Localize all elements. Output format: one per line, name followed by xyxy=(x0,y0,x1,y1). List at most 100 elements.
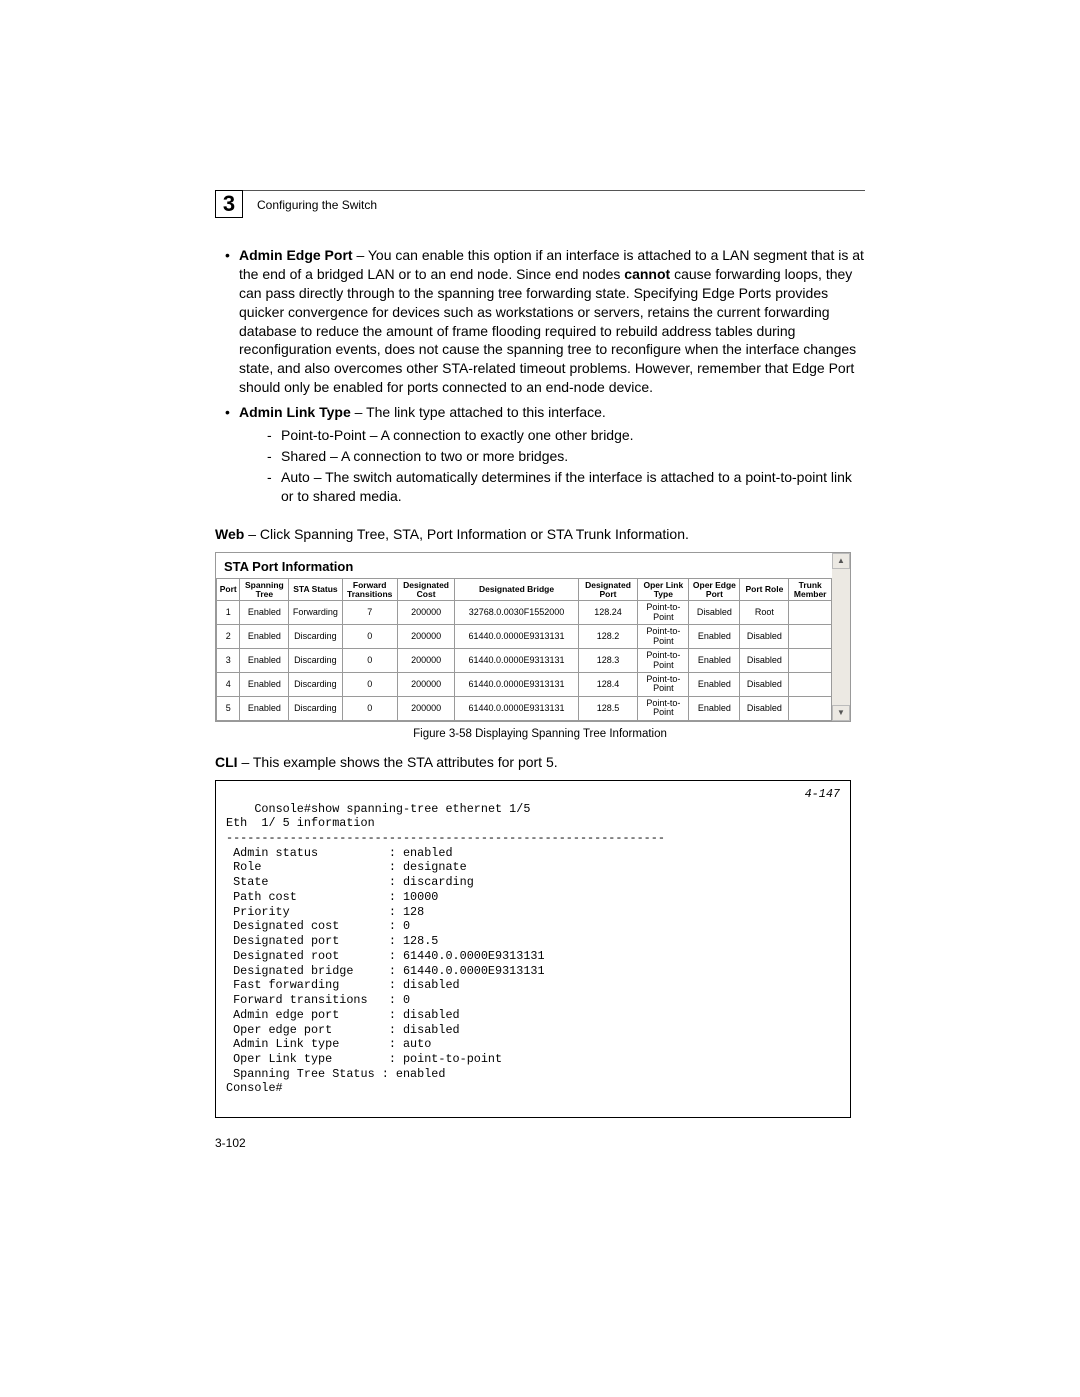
table-cell: Root xyxy=(740,601,789,625)
th-des-cost: Designated Cost xyxy=(397,578,454,601)
dash-icon: - xyxy=(267,468,281,506)
sub-text: Shared – A connection to two or more bri… xyxy=(281,447,568,466)
th-trunk-member: Trunk Member xyxy=(789,578,832,601)
table-cell: 1 xyxy=(217,601,240,625)
table-header-row: Port Spanning Tree STA Status Forward Tr… xyxy=(217,578,832,601)
chapter-title: Configuring the Switch xyxy=(257,198,377,212)
table-row: 2EnabledDiscarding020000061440.0.0000E93… xyxy=(217,625,832,649)
table-cell: Forwarding xyxy=(289,601,342,625)
chapter-number-box: 3 xyxy=(215,190,243,218)
sub-item: -Point-to-Point – A connection to exactl… xyxy=(267,426,865,445)
admin-edge-label: Admin Edge Port xyxy=(239,247,353,263)
th-des-port: Designated Port xyxy=(578,578,638,601)
table-cell: Enabled xyxy=(689,673,740,697)
web-instruction: Web – Click Spanning Tree, STA, Port Inf… xyxy=(215,526,865,542)
table-cell: Enabled xyxy=(240,673,289,697)
th-fwd-trans: Forward Transitions xyxy=(342,578,397,601)
table-cell: Disabled xyxy=(689,601,740,625)
table-cell: 200000 xyxy=(397,649,454,673)
table-cell: 200000 xyxy=(397,601,454,625)
bullet-dot-icon: • xyxy=(225,403,239,507)
table-cell: 200000 xyxy=(397,696,454,720)
table-cell: 200000 xyxy=(397,673,454,697)
th-sta-status: STA Status xyxy=(289,578,342,601)
table-cell: 128.24 xyxy=(578,601,638,625)
sta-port-table: Port Spanning Tree STA Status Forward Tr… xyxy=(216,578,832,721)
figure-caption: Figure 3-58 Displaying Spanning Tree Inf… xyxy=(215,728,865,740)
table-cell: 128.3 xyxy=(578,649,638,673)
scrollbar-up-icon[interactable]: ▲ xyxy=(832,553,850,569)
web-label: Web xyxy=(215,526,244,542)
table-cell: Disabled xyxy=(740,625,789,649)
table-cell: Enabled xyxy=(240,625,289,649)
th-des-bridge: Designated Bridge xyxy=(455,578,578,601)
sta-panel-title: STA Port Information xyxy=(216,553,832,578)
table-row: 3EnabledDiscarding020000061440.0.0000E93… xyxy=(217,649,832,673)
bullet-admin-link-type: • Admin Link Type – The link type attach… xyxy=(225,403,865,507)
th-port: Port xyxy=(217,578,240,601)
table-cell xyxy=(789,673,832,697)
table-row: 1EnabledForwarding720000032768.0.0030F15… xyxy=(217,601,832,625)
th-oper-link: Oper Link Type xyxy=(638,578,689,601)
table-cell: 7 xyxy=(342,601,397,625)
table-cell: Discarding xyxy=(289,625,342,649)
table-cell: Enabled xyxy=(240,649,289,673)
table-cell: 0 xyxy=(342,673,397,697)
admin-edge-bold2: cannot xyxy=(624,266,670,282)
sub-item: -Auto – The switch automatically determi… xyxy=(267,468,865,506)
table-cell: Point-to-Point xyxy=(638,649,689,673)
table-cell: Discarding xyxy=(289,649,342,673)
table-cell: Enabled xyxy=(689,696,740,720)
table-cell: Disabled xyxy=(740,673,789,697)
table-cell: Point-to-Point xyxy=(638,696,689,720)
dash-icon: - xyxy=(267,426,281,445)
th-spanning-tree: Spanning Tree xyxy=(240,578,289,601)
chapter-header: 3 Configuring the Switch xyxy=(215,190,865,218)
admin-edge-text2: cause forwarding loops, they can pass di… xyxy=(239,266,856,395)
table-cell: 5 xyxy=(217,696,240,720)
table-cell: Discarding xyxy=(289,696,342,720)
table-cell: 2 xyxy=(217,625,240,649)
table-cell: 128.2 xyxy=(578,625,638,649)
table-cell: Point-to-Point xyxy=(638,673,689,697)
table-cell: 61440.0.0000E9313131 xyxy=(455,673,578,697)
table-cell: Enabled xyxy=(689,649,740,673)
sub-text: Auto – The switch automatically determin… xyxy=(281,468,865,506)
table-cell: 4 xyxy=(217,673,240,697)
table-cell: 0 xyxy=(342,625,397,649)
sub-item: -Shared – A connection to two or more br… xyxy=(267,447,865,466)
cli-page-ref: 4-147 xyxy=(805,787,840,802)
sub-list: -Point-to-Point – A connection to exactl… xyxy=(267,426,865,506)
scrollbar-down-icon[interactable]: ▼ xyxy=(832,705,850,721)
table-cell: 3 xyxy=(217,649,240,673)
cli-body: Console#show spanning-tree ethernet 1/5 … xyxy=(226,802,665,1096)
table-cell: 32768.0.0030F1552000 xyxy=(455,601,578,625)
bullet-admin-edge-port: • Admin Edge Port – You can enable this … xyxy=(225,246,865,397)
cli-instruction: CLI – This example shows the STA attribu… xyxy=(215,754,865,770)
cli-label: CLI xyxy=(215,754,238,770)
table-cell: Point-to-Point xyxy=(638,601,689,625)
cli-text: – This example shows the STA attributes … xyxy=(238,754,558,770)
bullet-list: • Admin Edge Port – You can enable this … xyxy=(225,246,865,508)
table-row: 4EnabledDiscarding020000061440.0.0000E93… xyxy=(217,673,832,697)
table-cell xyxy=(789,696,832,720)
admin-link-text: – The link type attached to this interfa… xyxy=(351,404,606,420)
page-number: 3-102 xyxy=(215,1136,865,1150)
table-cell: 128.4 xyxy=(578,673,638,697)
th-oper-edge: Oper Edge Port xyxy=(689,578,740,601)
dash-icon: - xyxy=(267,447,281,466)
bullet-dot-icon: • xyxy=(225,246,239,397)
table-cell: 0 xyxy=(342,696,397,720)
table-cell: Enabled xyxy=(689,625,740,649)
table-cell: Disabled xyxy=(740,649,789,673)
table-cell xyxy=(789,601,832,625)
table-cell xyxy=(789,625,832,649)
table-cell: 61440.0.0000E9313131 xyxy=(455,625,578,649)
admin-link-label: Admin Link Type xyxy=(239,404,351,420)
table-cell: Enabled xyxy=(240,696,289,720)
table-row: 5EnabledDiscarding020000061440.0.0000E93… xyxy=(217,696,832,720)
table-cell: 0 xyxy=(342,649,397,673)
web-text: – Click Spanning Tree, STA, Port Informa… xyxy=(244,526,689,542)
table-cell: 200000 xyxy=(397,625,454,649)
th-port-role: Port Role xyxy=(740,578,789,601)
